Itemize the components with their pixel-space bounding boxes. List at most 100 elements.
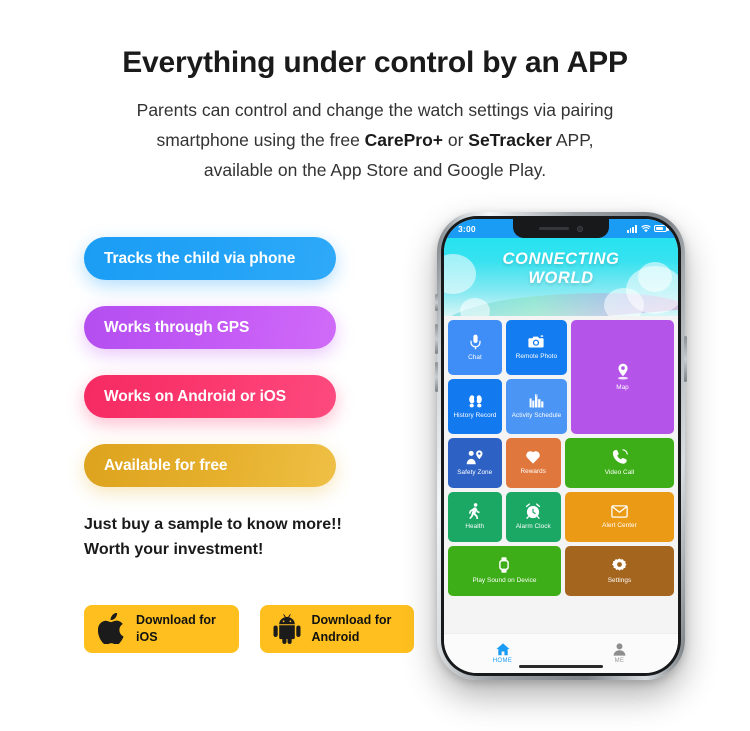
home-indicator[interactable] [519,664,603,668]
feature-pill-android-ios[interactable]: Works on Android or iOS [84,375,336,418]
battery-icon [654,225,669,232]
nav-label: ME [614,658,625,664]
header: Everything under control by an APP Paren… [0,44,750,185]
tile-label: Play Sound on Device [472,577,537,584]
download-ios-line2: iOS [136,629,158,644]
home-icon [496,643,509,656]
status-bar: 3:00 [444,219,678,238]
phone-volume-down-button[interactable] [435,362,438,392]
tile-label: Settings [607,576,632,584]
walking-person-icon [468,503,481,519]
tile-label: Video Call [604,469,635,476]
tile-label: Safety Zone [457,468,493,476]
phone-screen: 3:00 CONNECTING WORLD Chat Remote Photo … [444,219,678,673]
promo-page: Everything under control by an APP Paren… [0,0,750,731]
footprints-icon [468,394,483,408]
tile-label: Activity Schedule [511,411,562,419]
cta-tagline-line-1: Just buy a sample to know more!! [84,516,342,533]
app-banner: CONNECTING WORLD [444,238,678,316]
feature-pill-tracks-child[interactable]: Tracks the child via phone [84,237,336,280]
download-ios-button[interactable]: Download for iOS [84,604,239,653]
tile-health[interactable]: Health [448,492,502,542]
camera-icon [528,334,545,349]
phone-volume-up-button[interactable] [435,324,438,354]
tile-remote-photo[interactable]: Remote Photo [506,320,567,375]
subtitle-or: or [442,129,469,150]
cta-tagline: Just buy a sample to know more!! Worth y… [84,513,414,563]
nav-item-home[interactable]: HOME [444,643,561,664]
person-icon [613,643,626,656]
microphone-icon [469,334,482,350]
android-icon [273,613,301,645]
tile-quad-group: Chat Remote Photo History Record Activit… [448,320,567,434]
tile-label: Health [465,523,485,530]
subtitle-line-2e: APP, [551,129,594,150]
tile-map[interactable]: Map [571,320,674,434]
banner-line-1: CONNECTING [502,250,620,268]
feature-pill-label: Works on Android or iOS [104,387,286,405]
tile-settings[interactable]: Settings [564,546,674,596]
tile-rewards[interactable]: Rewards [505,438,561,488]
signal-bars-icon [626,224,637,233]
page-subtitle: Parents can control and change the watch… [75,95,675,185]
earpiece-speaker-icon [539,226,569,231]
feature-pill-free[interactable]: Available for free [84,444,336,487]
tile-chat[interactable]: Chat [448,320,502,375]
cta-tagline-line-2: Worth your investment! [84,540,264,558]
tile-activity-schedule[interactable]: Activity Schedule [506,379,567,434]
app-name-setracker: SeTracker [468,129,552,150]
status-time: 3:00 [458,223,476,234]
tile-row: Chat [448,320,567,375]
app-tile-grid: Chat Remote Photo History Record Activit… [444,316,678,600]
tile-row: Chat [448,320,674,434]
download-ios-line1: Download for [136,613,216,628]
tile-label: Rewards [520,468,547,475]
download-android-line1: Download for [311,613,392,628]
banner-line-2: WORLD [528,268,594,287]
watch-icon [498,557,510,573]
download-ios-label: Download for iOS [136,612,216,645]
tile-alarm-clock[interactable]: Alarm Clock [505,492,561,542]
tile-label: History Record [453,411,497,419]
phone-call-icon [612,449,628,465]
download-android-button[interactable]: Download for Android [259,604,414,653]
tile-row: Play Sound on Device Settings [448,546,674,596]
phone-notch [513,219,609,238]
tile-label: Alert Center [602,521,637,529]
heart-icon [525,450,541,464]
feature-pill-label: Works through GPS [104,318,250,336]
envelope-icon [611,504,628,518]
app-name-carepro: CarePro+ [364,129,443,150]
download-android-label: Download for Android [312,612,392,645]
page-title: Everything under control by an APP [122,46,628,79]
status-indicators [626,224,669,233]
tile-play-sound-on-device[interactable]: Play Sound on Device [448,546,561,596]
tile-alert-center[interactable]: Alert Center [565,492,674,542]
tile-label: Chat [468,353,482,361]
bar-chart-icon [529,393,544,408]
gear-icon [611,557,627,573]
cloud-decoration [604,288,644,316]
alarm-clock-icon [525,503,541,519]
feature-pill-label: Tracks the child via phone [104,249,296,267]
subtitle-line-3: available on the App Store and Google Pl… [203,159,547,180]
apple-icon [97,613,125,645]
phone-mute-switch[interactable] [435,294,438,311]
tile-history-record[interactable]: History Record [448,379,502,434]
nav-item-me[interactable]: ME [561,643,678,664]
wifi-icon [640,224,651,232]
map-pin-icon [616,363,630,380]
feature-pill-gps[interactable]: Works through GPS [84,306,336,349]
person-location-icon [466,449,483,465]
phone-mockup: 3:00 CONNECTING WORLD Chat Remote Photo … [435,212,687,680]
subtitle-line-1: Parents can control and change the watch… [136,99,614,120]
phone-bezel: 3:00 CONNECTING WORLD Chat Remote Photo … [441,216,681,676]
tile-label: Remote Photo [515,352,558,360]
tile-label: Alarm Clock [515,523,551,530]
cloud-decoration [460,298,490,316]
subtitle-line-2a: smartphone using the free [156,129,365,150]
feature-pill-label: Available for free [104,456,228,474]
phone-power-button[interactable] [684,336,687,382]
tile-safety-zone[interactable]: Safety Zone [448,438,502,488]
tile-video-call[interactable]: Video Call [565,438,674,488]
